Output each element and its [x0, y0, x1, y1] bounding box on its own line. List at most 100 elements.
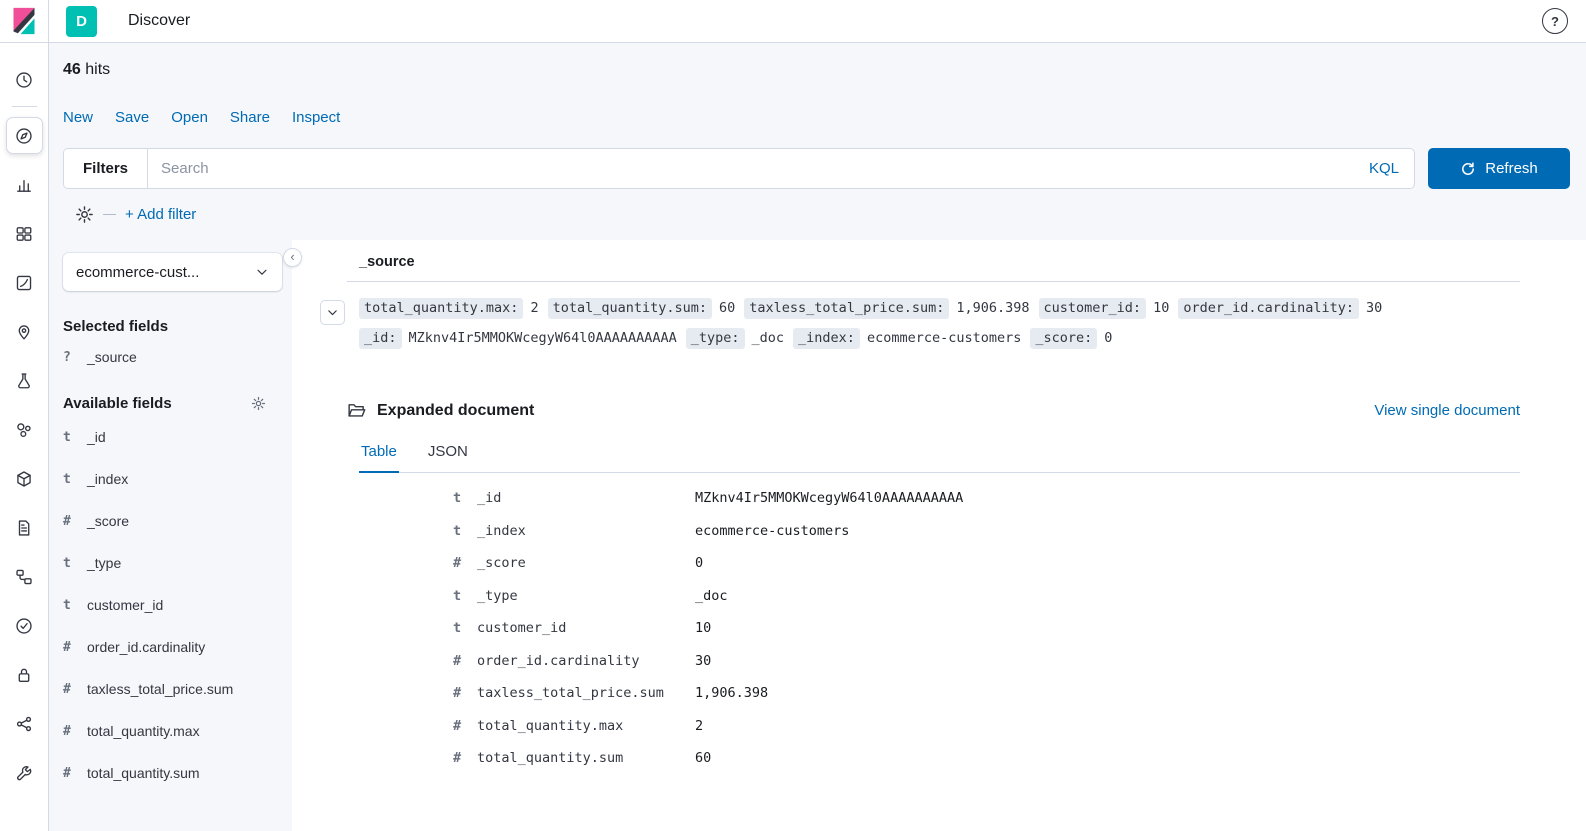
doc-table-field-value: 0	[695, 555, 703, 571]
doc-field-value: 30	[1366, 298, 1382, 319]
field-item-_score[interactable]: #_score	[63, 500, 282, 542]
help-icon[interactable]: ?	[1542, 8, 1568, 34]
infrastructure-icon[interactable]	[0, 405, 49, 454]
doc-table-field-value: ecommerce-customers	[695, 523, 849, 539]
doc-table-field-value: 1,906.398	[695, 685, 768, 701]
field-name: taxless_total_price.sum	[87, 681, 233, 697]
expand-row-button[interactable]	[320, 300, 345, 325]
management-icon[interactable]	[0, 748, 49, 797]
column-header-divider	[347, 281, 1520, 282]
document-row: total_quantity.max:2total_quantity.sum:6…	[320, 298, 1520, 349]
field-item-taxless_total_price.sum[interactable]: #taxless_total_price.sum	[63, 668, 282, 710]
doc-table-field-name: total_quantity.max	[477, 718, 695, 734]
field-item-_index[interactable]: t_index	[63, 458, 282, 500]
field-item-total_quantity.max[interactable]: #total_quantity.max	[63, 710, 282, 752]
dashboard-icon[interactable]	[0, 209, 49, 258]
field-item-total_quantity.sum[interactable]: #total_quantity.sum	[63, 752, 282, 794]
field-type-icon: #	[453, 750, 477, 766]
collapse-sidebar-button[interactable]: ‹	[283, 248, 302, 267]
tab-table[interactable]: Table	[359, 443, 399, 473]
field-item-_source[interactable]: ?_source	[63, 339, 282, 375]
doc-field-key: total_quantity.max:	[359, 298, 523, 319]
field-type-icon: t	[63, 598, 87, 613]
kql-selector[interactable]: KQL	[1354, 160, 1414, 177]
field-item-customer_id[interactable]: tcustomer_id	[63, 584, 282, 626]
hits-count: 46	[63, 61, 81, 78]
field-type-icon: t	[63, 556, 87, 571]
doc-table-field-value: MZknv4Ir5MMOKWcegyW64l0AAAAAAAAAA	[695, 490, 963, 506]
document-summary: total_quantity.max:2total_quantity.sum:6…	[359, 298, 1520, 349]
filter-settings-icon[interactable]	[75, 205, 94, 224]
field-name: _index	[87, 471, 128, 487]
field-item-_type[interactable]: t_type	[63, 542, 282, 584]
index-pattern-selector[interactable]: ecommerce-cust...	[63, 253, 282, 291]
discover-menu: New Save Open Share Inspect	[63, 109, 1570, 126]
kibana-logo-icon	[10, 7, 38, 35]
doc-field-badge: customer_id:10	[1039, 298, 1170, 319]
index-pattern-name: ecommerce-cust...	[76, 264, 199, 281]
uptime-icon[interactable]	[0, 601, 49, 650]
canvas-icon[interactable]	[0, 258, 49, 307]
view-single-document-link[interactable]: View single document	[1374, 402, 1520, 419]
field-type-icon: #	[63, 640, 87, 655]
monitoring-icon[interactable]	[0, 699, 49, 748]
folder-open-icon	[347, 401, 366, 420]
doc-field-value: ecommerce-customers	[867, 328, 1021, 349]
doc-table-row: #_score0	[359, 547, 1520, 580]
field-type-icon: t	[453, 620, 477, 636]
search-input[interactable]	[148, 149, 1354, 188]
add-filter-link[interactable]: + Add filter	[125, 206, 196, 223]
menu-share-link[interactable]: Share	[230, 109, 270, 126]
doc-field-value: _doc	[752, 328, 785, 349]
menu-new-link[interactable]: New	[63, 109, 93, 126]
refresh-button[interactable]: Refresh	[1428, 148, 1570, 189]
field-settings-icon[interactable]	[251, 396, 266, 411]
doc-table-row: #taxless_total_price.sum1,906.398	[359, 677, 1520, 710]
discover-icon[interactable]	[0, 111, 49, 160]
chevron-down-icon	[255, 265, 269, 279]
apm-icon[interactable]	[0, 552, 49, 601]
chevron-down-icon	[326, 306, 339, 319]
refresh-icon	[1460, 161, 1476, 177]
field-type-icon: t	[453, 588, 477, 604]
search-group: Filters KQL	[63, 148, 1415, 189]
field-item-_id[interactable]: t_id	[63, 416, 282, 458]
field-type-icon: #	[453, 685, 477, 701]
field-type-icon: #	[63, 724, 87, 739]
metrics-icon[interactable]	[0, 454, 49, 503]
doc-field-key: _score:	[1030, 328, 1097, 349]
content: ecommerce-cust... Selected fields ?_sour…	[49, 240, 1586, 831]
filters-button[interactable]: Filters	[64, 149, 148, 188]
security-icon[interactable]	[0, 650, 49, 699]
field-item-order_id.cardinality[interactable]: #order_id.cardinality	[63, 626, 282, 668]
tab-json[interactable]: JSON	[426, 443, 470, 473]
app-body: 46 hits NewSaveOpenShareInspect Filters …	[0, 43, 1586, 831]
page: 46 hits NewSaveOpenShareInspect Filters …	[49, 43, 1586, 831]
doc-field-key: taxless_total_price.sum:	[744, 298, 949, 319]
machine-learning-icon[interactable]	[0, 356, 49, 405]
doc-table-row: #total_quantity.max2	[359, 710, 1520, 743]
doc-field-value: 60	[719, 298, 735, 319]
field-name: _score	[87, 513, 129, 529]
visualize-icon[interactable]	[0, 160, 49, 209]
doc-table-field-name: customer_id	[477, 620, 695, 636]
field-name: _type	[87, 555, 121, 571]
menu-inspect-link[interactable]: Inspect	[292, 109, 340, 126]
maps-icon[interactable]	[0, 307, 49, 356]
logs-icon[interactable]	[0, 503, 49, 552]
menu-open-link[interactable]: Open	[171, 109, 208, 126]
expanded-document-title: Expanded document	[377, 402, 534, 420]
menu-save-link[interactable]: Save	[115, 109, 149, 126]
doc-table-field-value: 2	[695, 718, 703, 734]
recently-viewed-icon[interactable]	[0, 55, 49, 104]
doc-table-field-name: _type	[477, 588, 695, 604]
kibana-logo[interactable]	[0, 0, 49, 42]
doc-table-field-name: order_id.cardinality	[477, 653, 695, 669]
filter-bar-divider	[103, 214, 116, 215]
header-band: 46 hits NewSaveOpenShareInspect Filters …	[49, 43, 1586, 240]
doc-table-field-name: _id	[477, 490, 695, 506]
field-type-icon: t	[453, 490, 477, 506]
doc-table-row: t_indexecommerce-customers	[359, 515, 1520, 548]
page-title: Discover	[128, 12, 190, 30]
doc-field-key: order_id.cardinality:	[1178, 298, 1359, 319]
